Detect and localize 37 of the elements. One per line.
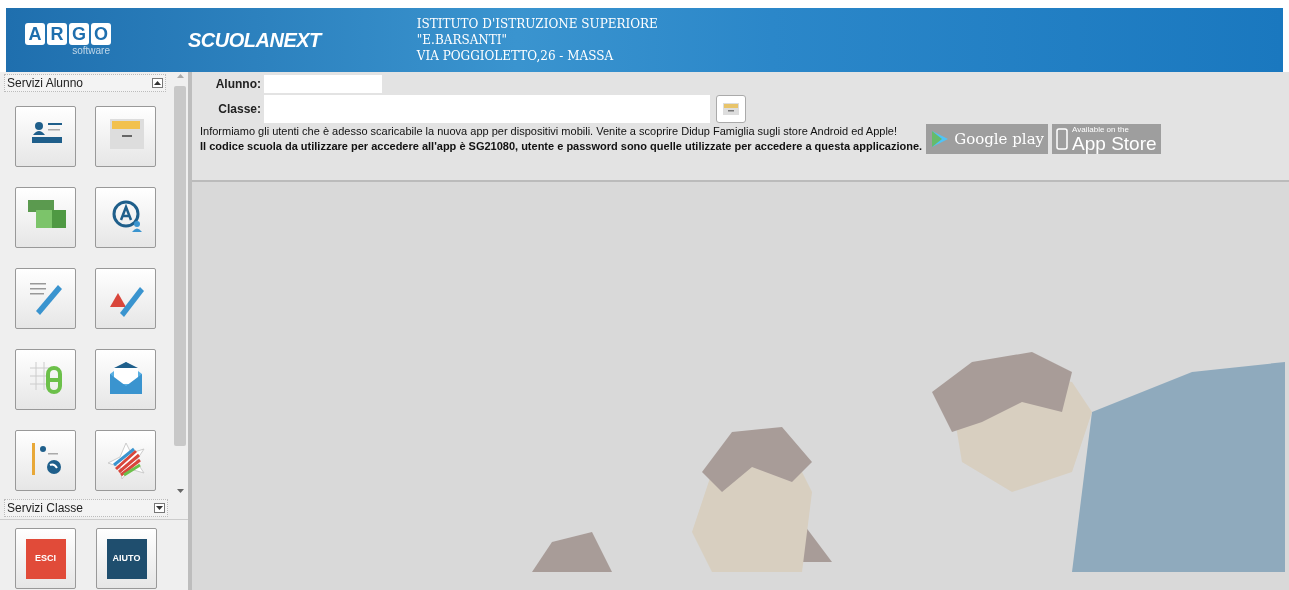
field-label: Alunno: <box>214 76 262 93</box>
help-button[interactable]: AIUTO <box>106 538 147 579</box>
product-name: SCUOLANEXT <box>188 28 321 53</box>
scrollbar-thumb[interactable] <box>174 86 187 446</box>
menu-tile[interactable] <box>95 187 157 248</box>
field-label: Classe: <box>217 101 262 118</box>
menu-tile[interactable] <box>15 430 76 491</box>
menu-tile[interactable] <box>95 268 157 329</box>
google-play-badge[interactable]: Google play <box>926 124 1049 154</box>
institute-info: VIA POGGIOLETTO,26 - MASSA <box>416 48 615 64</box>
app-store-badge[interactable]: Available on the App Store <box>1052 124 1161 154</box>
star-stripes-icon <box>105 440 146 481</box>
class-field[interactable] <box>264 95 710 123</box>
expand-button[interactable] <box>154 503 165 513</box>
student-field[interactable] <box>264 75 382 93</box>
menu-tile[interactable] <box>15 349 76 410</box>
menu-tile[interactable] <box>15 187 76 248</box>
phone-icon <box>1056 128 1069 150</box>
section-title: Servizi Classe <box>7 500 84 516</box>
menu-tile[interactable] <box>95 430 157 491</box>
menu-tile[interactable] <box>15 106 76 167</box>
browse-button[interactable] <box>716 95 746 123</box>
logo-subtitle: software <box>72 45 110 57</box>
menu-tile[interactable] <box>15 268 76 329</box>
drawer-icon <box>723 103 739 115</box>
collapse-button[interactable] <box>152 78 164 88</box>
logo: A R G O <box>25 23 111 45</box>
notice-text: Informiamo gli utenti che è adesso scaricabile la nuova app per dispositivi mobili. Venite a scoprire Didup Famiglia sugli store Android ed Apple! <box>200 124 899 139</box>
scroll-down-icon[interactable] <box>176 489 184 493</box>
institute-info: "E.BARSANTI" <box>416 32 509 48</box>
exit-button[interactable]: ESCI <box>25 538 66 579</box>
section-title: Servizi Alunno <box>7 75 84 91</box>
institute-info: ISTITUTO D'ISTRUZIONE SUPERIORE <box>416 16 658 32</box>
notice-text: Il codice scuola da utilizzare per accedere all'app è SG21080, utente e password sono quelle utilizzate per accedere a questa applicazione. <box>200 139 923 154</box>
scroll-up-icon[interactable] <box>176 74 184 78</box>
menu-tile[interactable] <box>95 106 157 167</box>
menu-tile[interactable] <box>95 349 157 410</box>
